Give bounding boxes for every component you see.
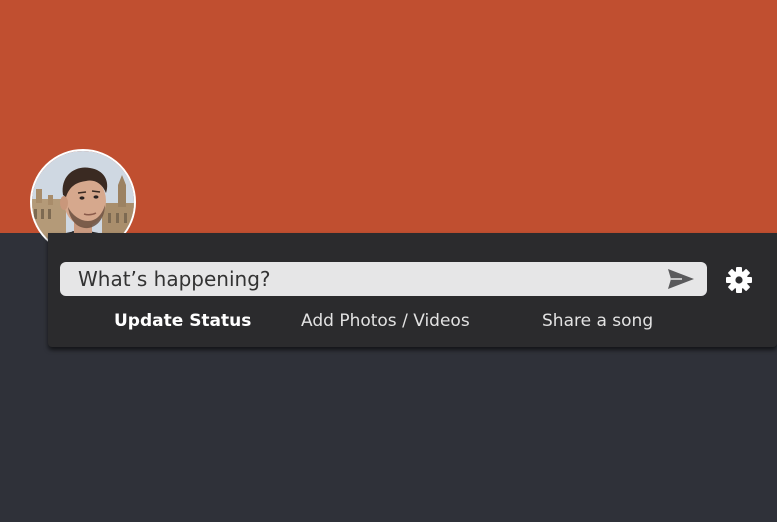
composer-actions: Update Status Add Photos / Videos Share … — [48, 311, 777, 335]
add-photos-videos-tab[interactable]: Add Photos / Videos — [301, 311, 470, 331]
gear-icon[interactable] — [725, 266, 753, 294]
send-icon[interactable] — [666, 266, 696, 292]
status-input-bar — [60, 262, 707, 296]
share-song-tab[interactable]: Share a song — [542, 311, 653, 331]
update-status-tab[interactable]: Update Status — [114, 311, 251, 331]
status-input[interactable] — [60, 262, 650, 296]
status-composer: Update Status Add Photos / Videos Share … — [48, 233, 777, 347]
